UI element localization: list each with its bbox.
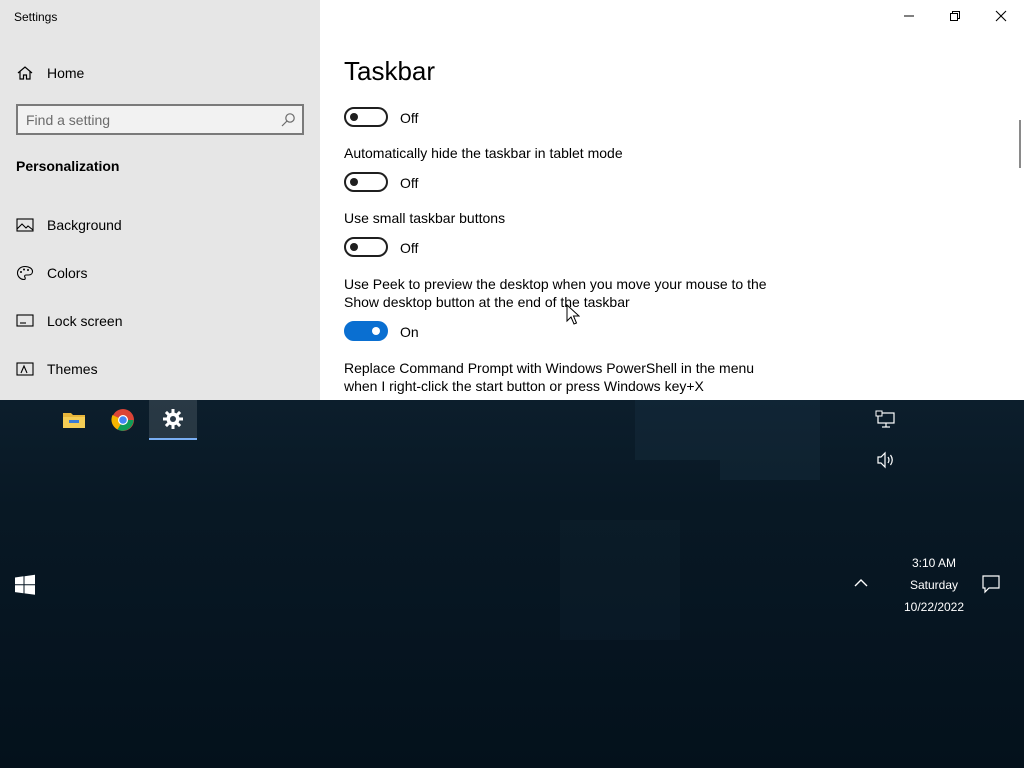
app-title: Settings [14,10,58,24]
sidebar-item-themes[interactable]: Themes [0,349,320,389]
sidebar-item-label: Lock screen [47,313,123,329]
toggle-peek[interactable] [344,321,388,341]
toggle-state: On [400,324,419,340]
toggle-knob [350,243,358,251]
background-glow [720,400,820,480]
network-icon[interactable] [875,410,897,430]
picture-icon [16,218,34,232]
setting-label: Use small taskbar buttons [344,210,506,226]
restore-button[interactable] [932,0,978,32]
taskbar-clock[interactable]: 3:10 AM Saturday 10/22/2022 [894,552,974,618]
windows-start-icon[interactable] [14,574,36,596]
sidebar-item-label: Themes [47,361,98,377]
themes-icon [16,362,34,376]
nav-home-label: Home [47,65,85,81]
mouse-cursor-icon [566,304,580,325]
home-icon [17,66,33,80]
search-input[interactable] [26,110,276,130]
toggle-knob [350,178,358,186]
sidebar-item-background[interactable]: Background [0,205,320,245]
close-icon [995,10,1007,22]
volume-icon[interactable] [875,450,897,470]
minimize-icon [904,15,914,17]
setting-label: Replace Command Prompt with Windows Powe… [344,360,755,394]
page-title: Taskbar [344,56,436,86]
lock-screen-icon [16,314,34,327]
background-glow [560,520,680,640]
clock-time: 3:10 AM [911,556,957,570]
settings-gear-icon [163,409,183,429]
toggle-switch[interactable] [344,107,388,127]
toggle-state: Off [400,240,419,256]
file-explorer-icon [63,413,85,428]
scrollbar-thumb[interactable] [1019,120,1021,168]
taskbar-file-explorer[interactable] [50,400,98,440]
toggle-autohide-tablet[interactable] [344,172,388,192]
section-heading: Personalization [16,158,120,174]
action-center-icon[interactable] [981,574,1001,594]
sidebar: Settings Home Personalization Background [0,0,320,400]
settings-window: Settings Home Personalization Background [0,0,1024,400]
toggle-state: Off [400,175,419,191]
nav-home[interactable]: Home [0,53,320,93]
setting-label: Use Peek to preview the desktop when you… [344,276,767,310]
setting-label: Automatically hide the taskbar in tablet… [344,145,623,161]
clock-date: 10/22/2022 [903,600,965,614]
sidebar-item-label: Colors [47,265,88,281]
palette-icon [16,265,34,281]
sidebar-item-lock-screen[interactable]: Lock screen [0,301,320,341]
toggle-state: Off [400,110,419,126]
clock-day: Saturday [909,578,959,592]
taskbar-settings[interactable] [149,400,197,440]
restore-icon [950,11,960,21]
toggle-knob [350,113,358,121]
sidebar-item-label: Background [47,217,122,233]
sidebar-item-colors[interactable]: Colors [0,253,320,293]
close-button[interactable] [978,0,1024,32]
taskbar-chrome[interactable] [99,400,147,440]
minimize-button[interactable] [886,0,932,32]
chrome-icon [111,409,134,431]
background-glow [635,400,720,460]
search-box[interactable] [16,104,304,135]
toggle-small-buttons[interactable] [344,237,388,257]
toggle-knob [372,327,380,335]
desktop-taskbar: 3:10 AM Saturday 10/22/2022 [0,400,1024,768]
search-icon[interactable] [280,112,296,128]
chevron-up-icon[interactable] [852,576,870,590]
